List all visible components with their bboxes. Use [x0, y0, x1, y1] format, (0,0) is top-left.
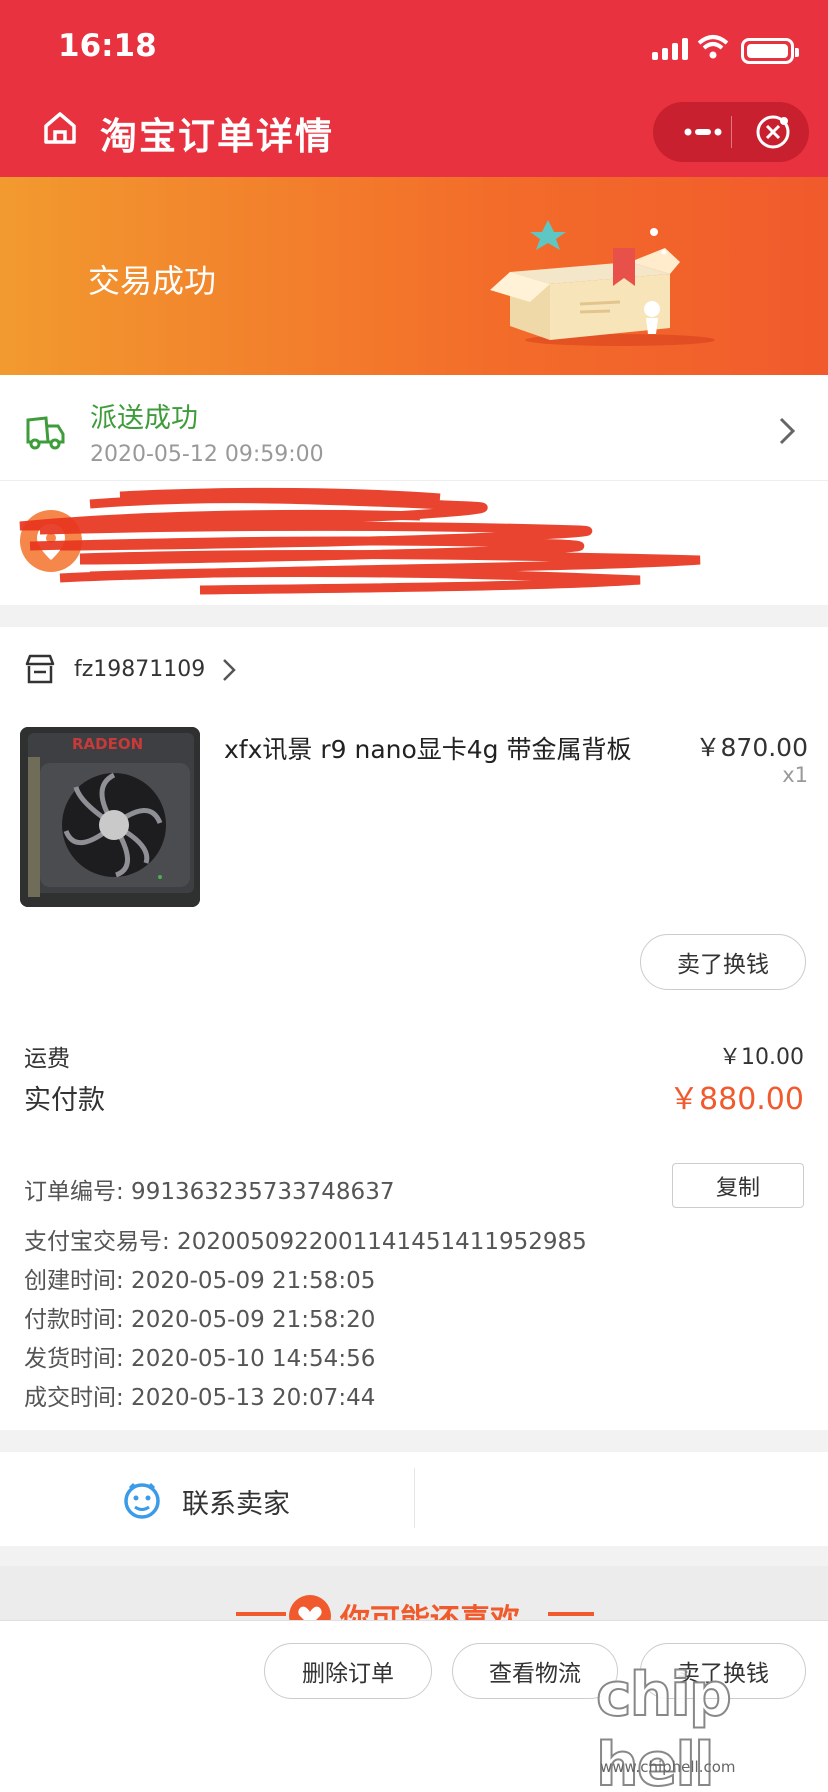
signal-icon [652, 36, 688, 60]
product-title[interactable]: xfx讯景 r9 nano显卡4g 带金属背板 [224, 730, 632, 766]
view-logistics-button[interactable]: 查看物流 [452, 1643, 618, 1699]
status-time: 16:18 [58, 28, 157, 64]
chevron-right-icon [778, 416, 796, 450]
delete-order-button[interactable]: 删除订单 [264, 1643, 432, 1699]
store-icon [24, 654, 56, 688]
divider [414, 1468, 415, 1528]
product-image[interactable]: RADEON [20, 727, 200, 907]
delivery-status: 派送成功 [90, 403, 198, 434]
wifi-icon [697, 34, 729, 64]
chevron-right-icon [222, 658, 236, 686]
copy-button[interactable]: 复制 [672, 1163, 804, 1208]
mini-program-capsule [653, 102, 809, 162]
chat-face-icon [122, 1480, 162, 1524]
sell-for-cash-button[interactable]: 卖了换钱 [640, 934, 806, 990]
truck-icon [24, 412, 66, 456]
closed-time: 成交时间: 2020-05-13 20:07:44 [24, 1385, 376, 1411]
paid-time: 付款时间: 2020-05-09 21:58:20 [24, 1307, 376, 1333]
home-icon[interactable] [42, 110, 78, 150]
paid-amount-label: 实付款 [24, 1085, 105, 1116]
divider-right [548, 1612, 594, 1616]
address-redaction-scribble [0, 486, 740, 600]
alipay-trade-number: 支付宝交易号: 2020050922001141451411952985 [24, 1229, 587, 1255]
watermark-url: www.chiphell.com [600, 1758, 736, 1776]
divider-left [236, 1612, 286, 1616]
battery-icon [741, 38, 799, 64]
svg-text:RADEON: RADEON [72, 735, 143, 753]
shop-name[interactable]: fz19871109 [74, 657, 205, 682]
page-title: 淘宝订单详情 [100, 115, 334, 158]
order-number: 订单编号: 991363235733748637 [24, 1179, 395, 1205]
shipping-fee-label: 运费 [24, 1046, 70, 1072]
trade-status-text: 交易成功 [88, 262, 217, 300]
ellipsis-icon[interactable] [675, 102, 731, 162]
package-box-illustration [480, 212, 720, 356]
created-time: 创建时间: 2020-05-09 21:58:05 [24, 1268, 376, 1294]
contact-seller-button[interactable]: 联系卖家 [182, 1482, 290, 1521]
product-price: ￥870.00 [695, 733, 808, 762]
shipping-fee-value: ￥10.00 [719, 1045, 804, 1070]
close-icon[interactable] [743, 102, 803, 162]
shipped-time: 发货时间: 2020-05-10 14:54:56 [24, 1346, 376, 1372]
paid-amount-value: ￥880.00 [669, 1082, 804, 1117]
delivery-time: 2020-05-12 09:59:00 [90, 442, 324, 467]
product-quantity: x1 [782, 763, 808, 787]
